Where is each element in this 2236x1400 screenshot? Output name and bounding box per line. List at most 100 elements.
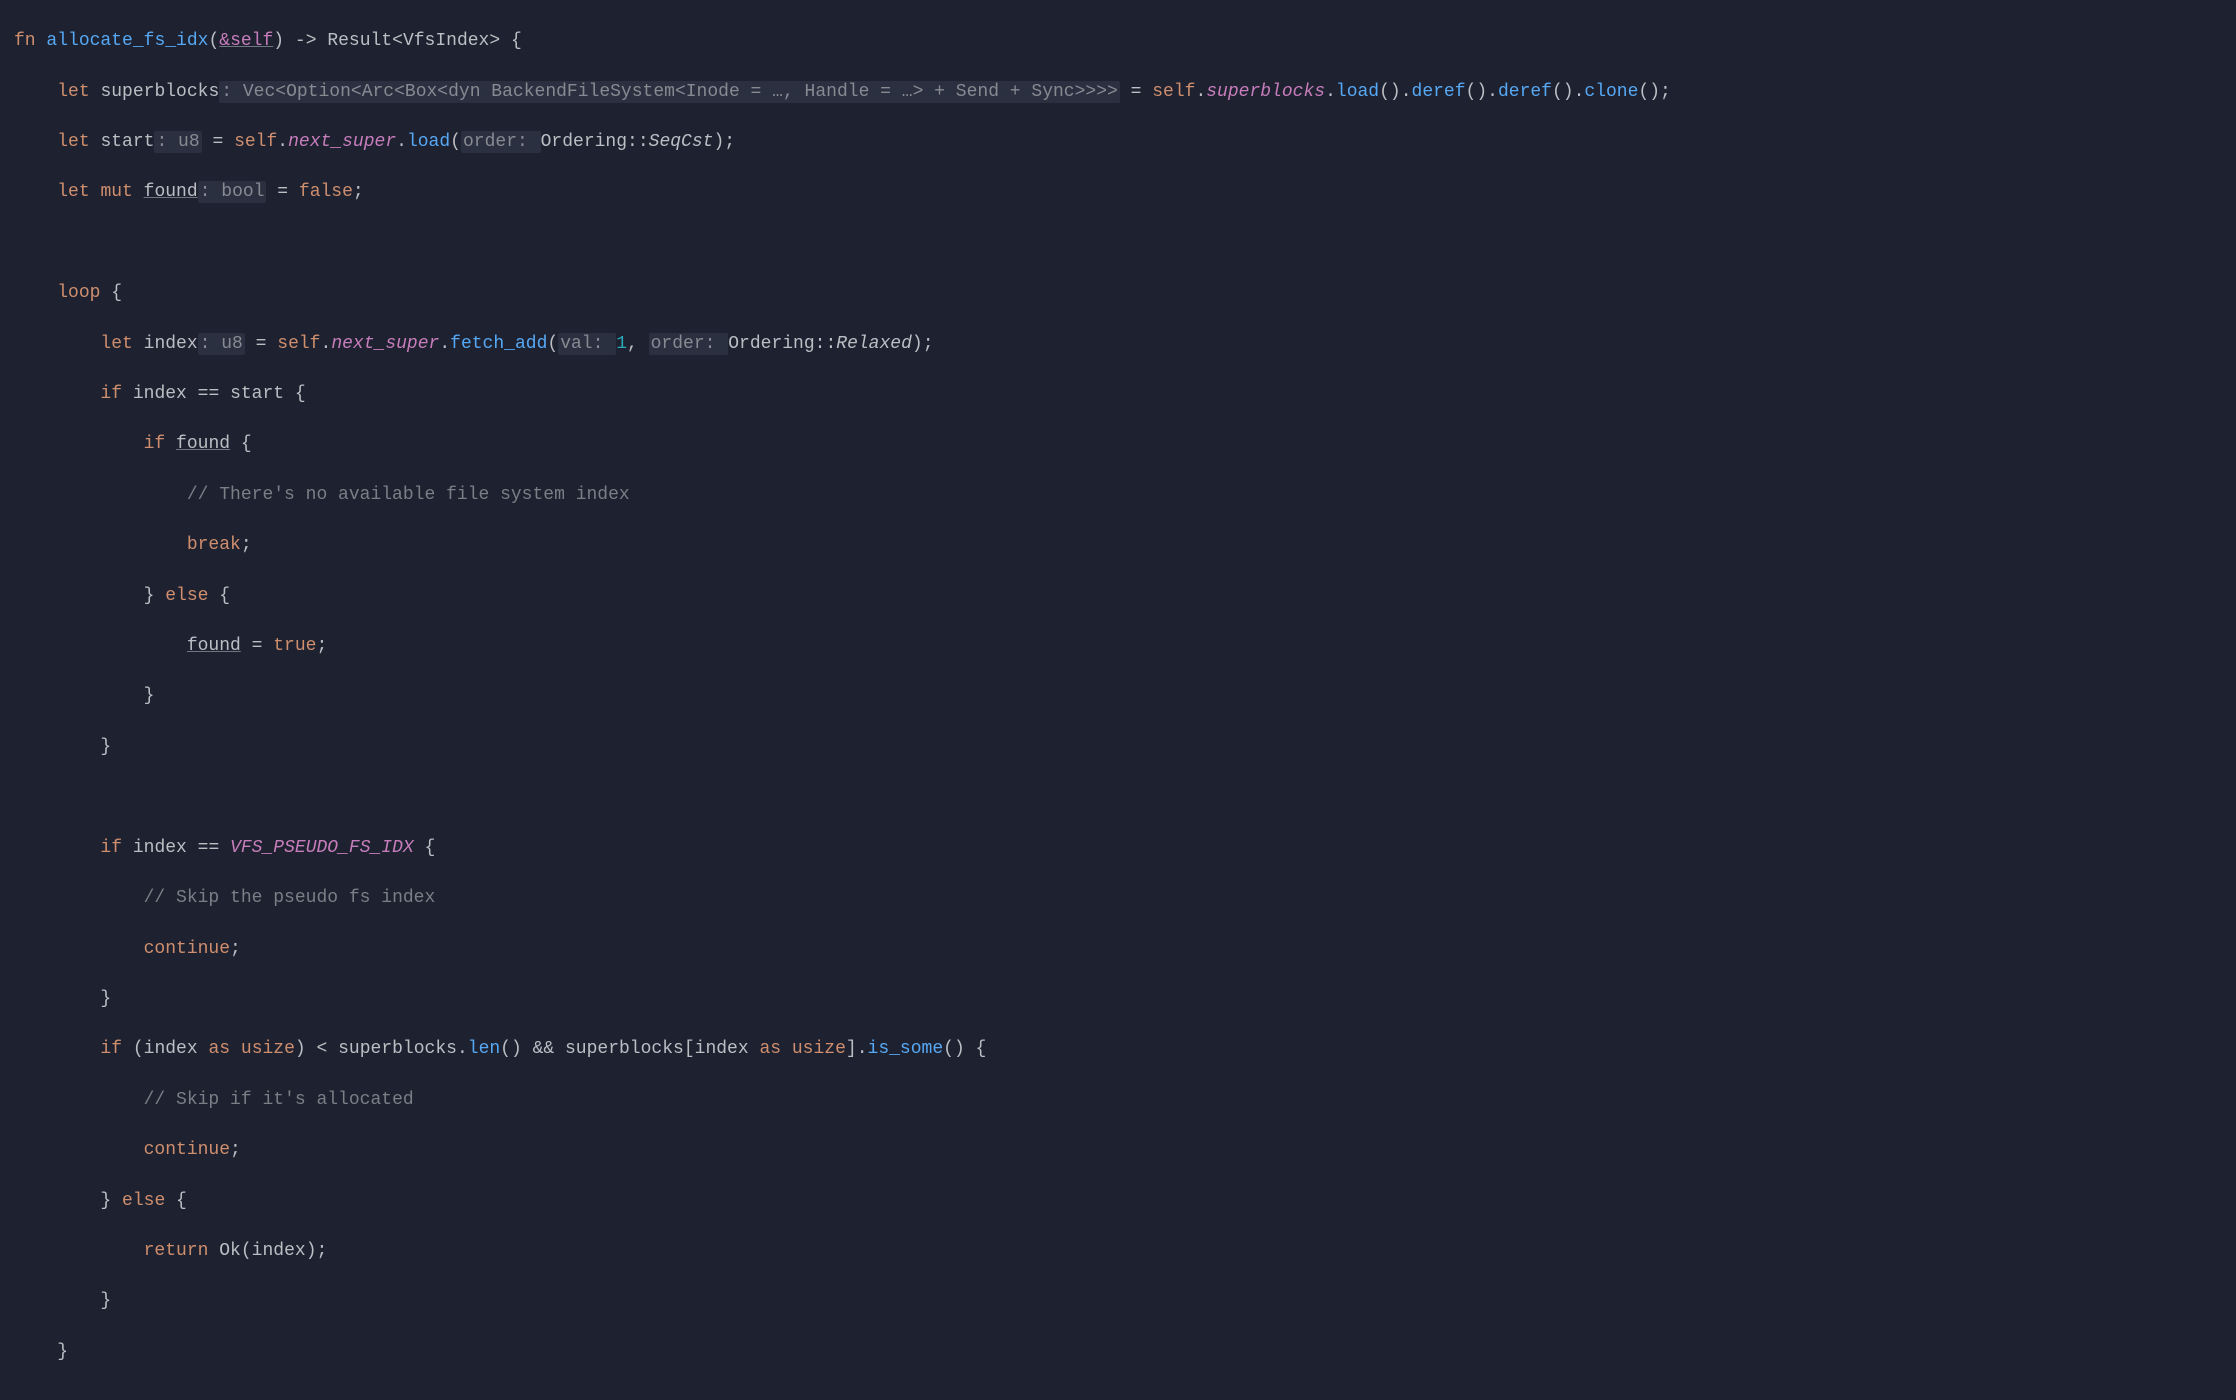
bool-false: false — [299, 182, 353, 202]
brace-close: } — [100, 989, 111, 1009]
var-index: index — [144, 1039, 198, 1059]
number-literal: 1 — [616, 334, 627, 354]
inlay-param-hint: val: — [558, 333, 616, 355]
var-found: found — [187, 636, 241, 656]
ok-variant: Ok — [219, 1241, 241, 1261]
keyword-if: if — [100, 384, 122, 404]
keyword-return: return — [144, 1241, 209, 1261]
eq-eq: == — [187, 838, 230, 858]
method-deref: deref — [1412, 82, 1466, 102]
brace-close: } — [100, 1191, 111, 1211]
blank-line — [14, 231, 2236, 256]
self-ref: self — [277, 334, 320, 354]
inlay-type-hint: : Vec<Option<Arc<Box<dyn BackendFileSyst… — [219, 81, 1120, 103]
keyword-else: else — [154, 586, 219, 606]
brace-close: } — [144, 586, 155, 606]
code-line: continue; — [14, 1138, 2236, 1163]
code-editor[interactable]: fn allocate_fs_idx(&self) -> Result<VfsI… — [0, 0, 2236, 1400]
code-line: if found { — [14, 432, 2236, 457]
keyword-let: let — [57, 182, 89, 202]
enum-ordering: Ordering — [541, 132, 627, 152]
keyword-continue: continue — [144, 1140, 230, 1160]
var-index: index — [144, 334, 198, 354]
var-superblocks: superblocks — [100, 82, 219, 102]
code-line: break; — [14, 533, 2236, 558]
inlay-type-hint: : bool — [198, 181, 267, 203]
inlay-type-hint: : u8 — [198, 333, 245, 355]
var-start: start — [230, 384, 284, 404]
self-ref: self — [234, 132, 277, 152]
method-is-some: is_some — [868, 1039, 944, 1059]
inlay-type-hint: : u8 — [154, 131, 201, 153]
var-start: start — [100, 132, 154, 152]
function-name: allocate_fs_idx — [46, 31, 208, 51]
code-line: if index == start { — [14, 382, 2236, 407]
brace-close: } — [100, 737, 111, 757]
paren: ) — [273, 31, 284, 51]
enum-variant: Relaxed — [836, 334, 912, 354]
type-usize: usize — [241, 1039, 295, 1059]
brace-open: { — [176, 1191, 187, 1211]
code-line: let start: u8 = self.next_super.load(ord… — [14, 130, 2236, 155]
const-vfs-pseudo: VFS_PSEUDO_FS_IDX — [230, 838, 414, 858]
var-index: index — [133, 838, 187, 858]
bool-true: true — [273, 636, 316, 656]
keyword-as: as — [198, 1039, 241, 1059]
brace: { — [511, 31, 522, 51]
self-param: &self — [219, 31, 273, 51]
keyword-let: let — [57, 132, 89, 152]
equals: = — [1120, 82, 1152, 102]
code-line: let superblocks: Vec<Option<Arc<Box<dyn … — [14, 80, 2236, 105]
and-and: && — [522, 1039, 565, 1059]
code-line: if index == VFS_PSEUDO_FS_IDX { — [14, 836, 2236, 861]
code-line: } else { — [14, 584, 2236, 609]
var-index: index — [695, 1039, 749, 1059]
comment: // There's no available file system inde… — [187, 485, 630, 505]
code-line: fn allocate_fs_idx(&self) -> Result<VfsI… — [14, 29, 2236, 54]
field: next_super — [331, 334, 439, 354]
code-line: } — [14, 684, 2236, 709]
brace-close: } — [144, 686, 155, 706]
keyword-if: if — [100, 1039, 122, 1059]
inlay-param-hint: order: — [649, 333, 729, 355]
code-line: let index: u8 = self.next_super.fetch_ad… — [14, 332, 2236, 357]
inlay-param-hint: order: — [461, 131, 541, 153]
keyword-as: as — [749, 1039, 792, 1059]
code-line: if (index as usize) < superblocks.len() … — [14, 1037, 2236, 1062]
var-found: found — [176, 434, 230, 454]
code-line: } — [14, 735, 2236, 760]
var-index: index — [133, 384, 187, 404]
comment: // Skip the pseudo fs index — [144, 888, 436, 908]
method-deref: deref — [1498, 82, 1552, 102]
paren: ( — [208, 31, 219, 51]
return-type: Result<VfsIndex> — [327, 31, 500, 51]
code-line: } — [14, 987, 2236, 1012]
code-line: } — [14, 1340, 2236, 1365]
brace-close: } — [57, 1342, 68, 1362]
keyword-break: break — [187, 535, 241, 555]
var-index: index — [252, 1241, 306, 1261]
self-ref: self — [1152, 82, 1195, 102]
comment: // Skip if it's allocated — [144, 1090, 414, 1110]
code-line: } — [14, 1289, 2236, 1314]
code-line: // Skip the pseudo fs index — [14, 886, 2236, 911]
method-len: len — [468, 1039, 500, 1059]
enum-ordering: Ordering — [728, 334, 814, 354]
code-line: found = true; — [14, 634, 2236, 659]
keyword-else: else — [111, 1191, 176, 1211]
eq-eq: == — [187, 384, 230, 404]
blank-line — [14, 785, 2236, 810]
field: next_super — [288, 132, 396, 152]
keyword-if: if — [100, 838, 122, 858]
method-load: load — [407, 132, 450, 152]
brace-open: { — [219, 586, 230, 606]
lt: < — [306, 1039, 338, 1059]
code-line: continue; — [14, 937, 2236, 962]
method-clone: clone — [1584, 82, 1638, 102]
method-load: load — [1336, 82, 1379, 102]
arrow: -> — [295, 31, 317, 51]
code-line: loop { — [14, 281, 2236, 306]
code-line: return Ok(index); — [14, 1239, 2236, 1264]
method-fetch-add: fetch_add — [450, 334, 547, 354]
code-line: // There's no available file system inde… — [14, 483, 2236, 508]
